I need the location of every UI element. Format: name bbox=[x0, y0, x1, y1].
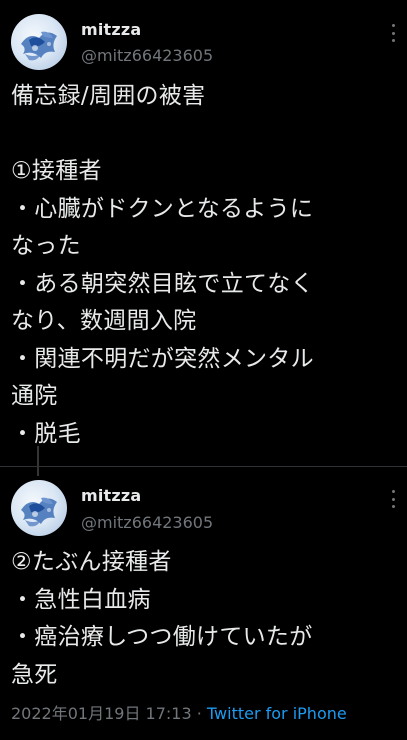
tweet-timestamp[interactable]: 2022年01月19日 17:13 bbox=[11, 704, 192, 723]
tweet-metadata: 2022年01月19日 17:13 · Twitter for iPhone bbox=[11, 700, 347, 724]
avatar-image bbox=[11, 14, 67, 70]
more-vertical-icon[interactable] bbox=[390, 490, 396, 508]
avatar[interactable] bbox=[11, 480, 67, 536]
tweet-card[interactable]: mitzza @mitz66423605 備忘録/周囲の被害 ①接種者 ・心臓が… bbox=[0, 0, 407, 466]
tweet-card[interactable]: mitzza @mitz66423605 ②たぶん接種者 ・急性白血病 ・癌治療… bbox=[0, 466, 407, 740]
user-handle[interactable]: @mitz66423605 bbox=[81, 46, 213, 65]
user-handle[interactable]: @mitz66423605 bbox=[81, 513, 213, 532]
more-vertical-icon[interactable] bbox=[390, 24, 396, 42]
display-name[interactable]: mitzza bbox=[81, 486, 141, 505]
tweet-text: ②たぶん接種者 ・急性白血病 ・癌治療しつつ働けていたが 急死 bbox=[11, 549, 313, 688]
tweet-source-link[interactable]: Twitter for iPhone bbox=[207, 704, 347, 723]
tweet-text: 備忘録/周囲の被害 ①接種者 ・心臓がドクンとなるように なった ・ある朝突然目… bbox=[11, 83, 314, 447]
avatar[interactable] bbox=[11, 14, 67, 70]
meta-separator: · bbox=[191, 704, 207, 723]
avatar-image bbox=[11, 480, 67, 536]
display-name[interactable]: mitzza bbox=[81, 20, 141, 39]
